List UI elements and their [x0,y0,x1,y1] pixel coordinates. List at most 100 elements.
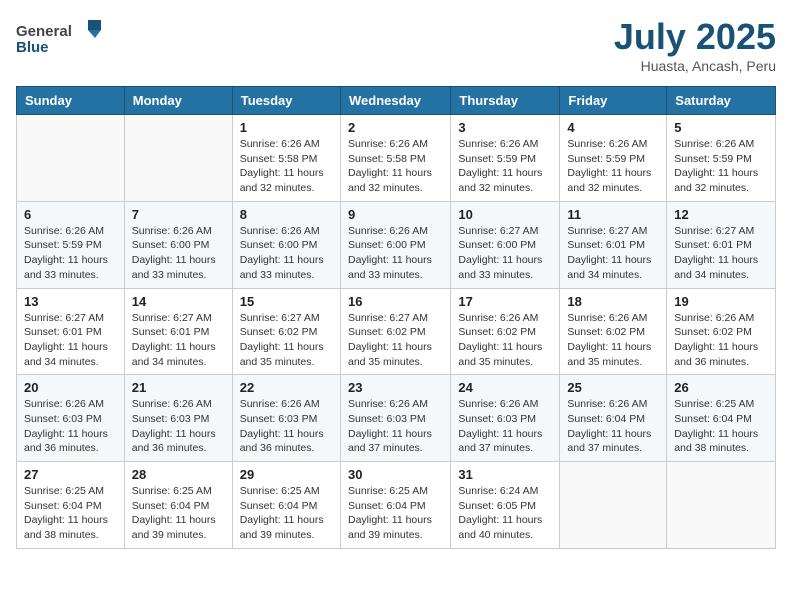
day-number: 3 [458,120,552,135]
day-info: Sunrise: 6:26 AMSunset: 5:58 PMDaylight:… [240,137,333,196]
page-header: General Blue July 2025 Huasta, Ancash, P… [16,16,776,74]
calendar-day-cell: 23Sunrise: 6:26 AMSunset: 6:03 PMDayligh… [340,375,450,462]
calendar-day-cell: 9Sunrise: 6:26 AMSunset: 6:00 PMDaylight… [340,201,450,288]
title-block: July 2025 Huasta, Ancash, Peru [614,16,776,74]
day-number: 1 [240,120,333,135]
day-number: 23 [348,380,443,395]
day-info: Sunrise: 6:26 AMSunset: 6:02 PMDaylight:… [567,311,659,370]
day-number: 14 [132,294,225,309]
calendar-day-cell: 20 Sunrise: 6:26 AMSunset: 6:03 PMDayligh… [17,375,125,462]
calendar-day-cell: 13 Sunrise: 6:27 AMSunset: 6:01 PMDayligh… [17,288,125,375]
calendar-day-cell: 16Sunrise: 6:27 AMSunset: 6:02 PMDayligh… [340,288,450,375]
day-number: 24 [458,380,552,395]
day-info: Sunrise: 6:26 AMSunset: 6:02 PMDaylight:… [674,311,768,370]
day-number: 22 [240,380,333,395]
day-number: 25 [567,380,659,395]
day-number: 9 [348,207,443,222]
calendar-day-cell [17,115,125,202]
calendar-week-row: 20 Sunrise: 6:26 AMSunset: 6:03 PMDayligh… [17,375,776,462]
svg-text:General: General [16,23,72,40]
day-number: 6 [24,207,117,222]
calendar-day-cell: 15Sunrise: 6:27 AMSunset: 6:02 PMDayligh… [232,288,340,375]
calendar-day-cell: 12 Sunrise: 6:27 AMSunset: 6:01 PMDayligh… [667,201,776,288]
day-number: 11 [567,207,659,222]
day-number: 4 [567,120,659,135]
calendar-day-cell: 18 Sunrise: 6:26 AMSunset: 6:02 PMDayligh… [560,288,667,375]
day-info: Sunrise: 6:27 AMSunset: 6:00 PMDaylight:… [458,224,552,283]
day-info: Sunrise: 6:26 AMSunset: 5:59 PMDaylight:… [24,224,117,283]
day-of-week-header: Thursday [451,87,560,115]
day-info: Sunrise: 6:25 AMSunset: 6:04 PMDaylight:… [348,484,443,543]
day-info: Sunrise: 6:26 AMSunset: 5:59 PMDaylight:… [458,137,552,196]
calendar-week-row: 1 Sunrise: 6:26 AMSunset: 5:58 PMDaylight… [17,115,776,202]
day-number: 12 [674,207,768,222]
calendar-day-cell: 27Sunrise: 6:25 AMSunset: 6:04 PMDayligh… [17,462,125,549]
day-info: Sunrise: 6:26 AMSunset: 6:03 PMDaylight:… [458,397,552,456]
calendar-day-cell: 10Sunrise: 6:27 AMSunset: 6:00 PMDayligh… [451,201,560,288]
calendar-day-cell: 25 Sunrise: 6:26 AMSunset: 6:04 PMDayligh… [560,375,667,462]
calendar-day-cell: 5 Sunrise: 6:26 AMSunset: 5:59 PMDaylight… [667,115,776,202]
day-info: Sunrise: 6:25 AMSunset: 6:04 PMDaylight:… [674,397,768,456]
day-number: 31 [458,467,552,482]
day-number: 18 [567,294,659,309]
day-info: Sunrise: 6:26 AMSunset: 5:59 PMDaylight:… [567,137,659,196]
day-info: Sunrise: 6:26 AMSunset: 5:58 PMDaylight:… [348,137,443,196]
day-number: 30 [348,467,443,482]
calendar-day-cell: 30 Sunrise: 6:25 AMSunset: 6:04 PMDayligh… [340,462,450,549]
day-info: Sunrise: 6:27 AMSunset: 6:01 PMDaylight:… [674,224,768,283]
day-info: Sunrise: 6:25 AMSunset: 6:04 PMDaylight:… [132,484,225,543]
day-number: 17 [458,294,552,309]
calendar-day-cell: 17Sunrise: 6:26 AMSunset: 6:02 PMDayligh… [451,288,560,375]
calendar-day-cell: 4 Sunrise: 6:26 AMSunset: 5:59 PMDaylight… [560,115,667,202]
calendar-header-row: SundayMondayTuesdayWednesdayThursdayFrid… [17,87,776,115]
day-number: 8 [240,207,333,222]
day-info: Sunrise: 6:27 AMSunset: 6:01 PMDaylight:… [567,224,659,283]
day-info: Sunrise: 6:24 AMSunset: 6:05 PMDaylight:… [458,484,552,543]
month-title: July 2025 [614,16,776,58]
calendar-day-cell: 28 Sunrise: 6:25 AMSunset: 6:04 PMDayligh… [124,462,232,549]
calendar-day-cell: 11 Sunrise: 6:27 AMSunset: 6:01 PMDayligh… [560,201,667,288]
day-info: Sunrise: 6:26 AMSunset: 6:00 PMDaylight:… [132,224,225,283]
calendar-day-cell [667,462,776,549]
calendar-day-cell: 6 Sunrise: 6:26 AMSunset: 5:59 PMDaylight… [17,201,125,288]
day-number: 28 [132,467,225,482]
calendar-day-cell: 22 Sunrise: 6:26 AMSunset: 6:03 PMDayligh… [232,375,340,462]
day-info: Sunrise: 6:26 AMSunset: 6:00 PMDaylight:… [240,224,333,283]
day-number: 7 [132,207,225,222]
calendar-day-cell: 1 Sunrise: 6:26 AMSunset: 5:58 PMDaylight… [232,115,340,202]
calendar-day-cell: 24 Sunrise: 6:26 AMSunset: 6:03 PMDayligh… [451,375,560,462]
day-number: 20 [24,380,117,395]
day-number: 16 [348,294,443,309]
day-info: Sunrise: 6:26 AMSunset: 6:04 PMDaylight:… [567,397,659,456]
day-of-week-header: Tuesday [232,87,340,115]
day-of-week-header: Friday [560,87,667,115]
calendar-day-cell [560,462,667,549]
calendar-week-row: 6 Sunrise: 6:26 AMSunset: 5:59 PMDaylight… [17,201,776,288]
day-number: 26 [674,380,768,395]
day-number: 19 [674,294,768,309]
day-of-week-header: Monday [124,87,232,115]
day-number: 21 [132,380,225,395]
calendar-day-cell: 2 Sunrise: 6:26 AMSunset: 5:58 PMDaylight… [340,115,450,202]
logo-svg: General Blue [16,16,106,56]
calendar-day-cell: 14 Sunrise: 6:27 AMSunset: 6:01 PMDayligh… [124,288,232,375]
day-info: Sunrise: 6:27 AMSunset: 6:01 PMDaylight:… [24,311,117,370]
calendar-day-cell: 19 Sunrise: 6:26 AMSunset: 6:02 PMDayligh… [667,288,776,375]
day-info: Sunrise: 6:25 AMSunset: 6:04 PMDaylight:… [240,484,333,543]
calendar-day-cell [124,115,232,202]
logo: General Blue [16,16,106,61]
day-info: Sunrise: 6:26 AMSunset: 6:03 PMDaylight:… [132,397,225,456]
day-of-week-header: Sunday [17,87,125,115]
day-number: 2 [348,120,443,135]
day-number: 13 [24,294,117,309]
calendar-day-cell: 21 Sunrise: 6:26 AMSunset: 6:03 PMDayligh… [124,375,232,462]
day-info: Sunrise: 6:26 AMSunset: 5:59 PMDaylight:… [674,137,768,196]
calendar-day-cell: 7 Sunrise: 6:26 AMSunset: 6:00 PMDaylight… [124,201,232,288]
day-number: 5 [674,120,768,135]
calendar-week-row: 13 Sunrise: 6:27 AMSunset: 6:01 PMDayligh… [17,288,776,375]
calendar-week-row: 27Sunrise: 6:25 AMSunset: 6:04 PMDayligh… [17,462,776,549]
day-info: Sunrise: 6:26 AMSunset: 6:03 PMDaylight:… [24,397,117,456]
day-info: Sunrise: 6:27 AMSunset: 6:01 PMDaylight:… [132,311,225,370]
day-info: Sunrise: 6:26 AMSunset: 6:03 PMDaylight:… [240,397,333,456]
calendar-day-cell: 29Sunrise: 6:25 AMSunset: 6:04 PMDayligh… [232,462,340,549]
